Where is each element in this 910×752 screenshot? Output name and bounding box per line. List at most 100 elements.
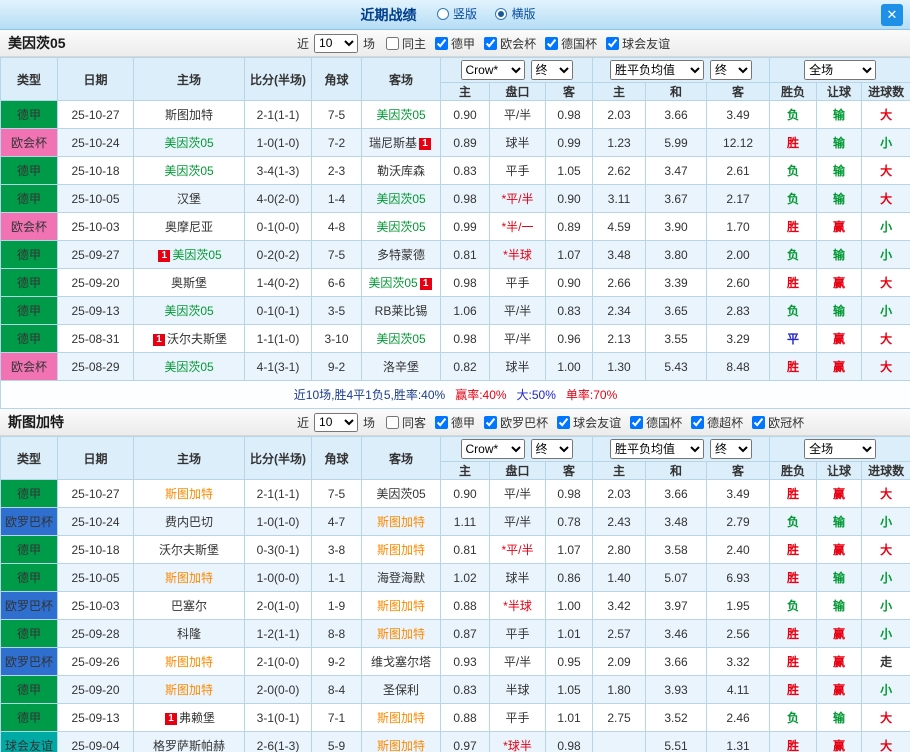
filter-checkbox-item[interactable]: 德国杯 <box>545 35 597 52</box>
asian-source-select[interactable]: Crow* <box>460 60 525 80</box>
team-link[interactable]: 奥摩尼亚 <box>165 220 213 234</box>
team-link[interactable]: 美因茨05 <box>376 220 425 234</box>
match-result-cell: 胜 <box>769 675 818 704</box>
asian-home-odds: 0.87 <box>440 619 490 648</box>
team-link[interactable]: 斯图加特 <box>377 515 425 529</box>
scope-select[interactable]: 全场 <box>804 60 877 80</box>
filter-checkbox-item[interactable]: 欧会杯 <box>484 35 536 52</box>
team-link[interactable]: 多特蒙德 <box>377 248 425 262</box>
team-link[interactable]: 弗赖堡 <box>179 711 215 725</box>
team-link[interactable]: 费内巴切 <box>165 515 213 529</box>
handicap-result-cell: 输 <box>816 563 863 592</box>
team-link[interactable]: 维戈塞尔塔 <box>371 655 431 669</box>
team-link[interactable]: 美因茨05 <box>164 360 213 374</box>
team-link[interactable]: RB莱比锡 <box>375 304 428 318</box>
filter-checkbox-0[interactable] <box>386 36 400 50</box>
close-button[interactable]: ✕ <box>881 4 903 26</box>
team-link[interactable]: 美因茨05 <box>172 248 221 262</box>
team-link[interactable]: 奥斯堡 <box>171 276 207 290</box>
team-link[interactable]: 巴塞尔 <box>171 599 207 613</box>
home-team-cell: 美因茨05 <box>133 296 245 325</box>
team-link[interactable]: 美因茨05 <box>164 304 213 318</box>
team-link[interactable]: 斯图加特 <box>377 543 425 557</box>
filter-checkbox-item[interactable]: 德甲 <box>435 414 475 431</box>
handicap-result-cell: 输 <box>816 128 863 157</box>
filter-checkbox-6[interactable] <box>752 415 766 429</box>
filter-checkbox-3[interactable] <box>545 36 559 50</box>
filter-checkbox-1[interactable] <box>435 36 449 50</box>
filter-checkbox-2[interactable] <box>484 36 498 50</box>
asian-away-odds: 0.98 <box>544 731 594 752</box>
team-link[interactable]: 洛辛堡 <box>383 360 419 374</box>
filter-checkbox-item[interactable]: 德超杯 <box>691 414 743 431</box>
team-link[interactable]: 斯图加特 <box>377 599 425 613</box>
team-link[interactable]: 沃尔夫斯堡 <box>159 543 219 557</box>
radio-horizontal-layout[interactable]: 横版 <box>495 5 535 22</box>
filter-checkbox-2[interactable] <box>484 415 498 429</box>
match-result-cell: 胜 <box>769 352 818 381</box>
away-team-cell: 维戈塞尔塔 <box>361 647 441 676</box>
europe-source-select[interactable]: 胜平负均值 <box>610 60 705 80</box>
team-link[interactable]: 斯图加特 <box>377 627 425 641</box>
filter-checkbox-5[interactable] <box>691 415 705 429</box>
filter-checkbox-item[interactable]: 德甲 <box>435 35 475 52</box>
team-link[interactable]: 海登海默 <box>377 571 425 585</box>
handicap-result-cell: 赢 <box>816 619 863 648</box>
team-link[interactable]: 斯图加特 <box>165 108 213 122</box>
team-link[interactable]: 科隆 <box>177 627 201 641</box>
filter-checkbox-1[interactable] <box>435 415 449 429</box>
radio-vertical-layout[interactable]: 竖版 <box>436 5 477 22</box>
team-link[interactable]: 美因茨05 <box>376 108 425 122</box>
team-link[interactable]: 美因茨05 <box>164 136 213 150</box>
team-link[interactable]: 斯图加特 <box>165 683 213 697</box>
scope-select[interactable]: 全场 <box>804 439 877 459</box>
asian-home-odds: 0.98 <box>440 268 490 297</box>
team-link[interactable]: 汉堡 <box>177 192 201 206</box>
filter-checkbox-0[interactable] <box>386 415 400 429</box>
team-link[interactable]: 美因茨05 <box>376 332 425 346</box>
team-link[interactable]: 美因茨05 <box>376 487 425 501</box>
column-header: 类型 <box>0 436 58 480</box>
team-link[interactable]: 美因茨05 <box>164 164 213 178</box>
asian-source-select[interactable]: Crow* <box>460 439 525 459</box>
team-link[interactable]: 格罗萨斯帕赫 <box>153 739 225 752</box>
asian-state-select[interactable]: 终 <box>530 439 573 459</box>
team-link[interactable]: 美因茨05 <box>376 192 425 206</box>
europe-source-select[interactable]: 胜平负均值 <box>610 439 705 459</box>
team-link[interactable]: 斯图加特 <box>165 571 213 585</box>
team-link[interactable]: 圣保利 <box>383 683 419 697</box>
europe-state-select[interactable]: 终 <box>710 439 753 459</box>
filter-checkbox-4[interactable] <box>606 36 620 50</box>
team-link[interactable]: 沃尔夫斯堡 <box>167 332 227 346</box>
filter-checkbox-item[interactable]: 欧冠杯 <box>752 414 804 431</box>
team-link[interactable]: 瑞尼斯基 <box>369 136 417 150</box>
scope-group: 全场 <box>769 436 910 462</box>
asian-state-select[interactable]: 终 <box>530 60 573 80</box>
filter-checkbox-item[interactable]: 球会友谊 <box>606 35 670 52</box>
asian-handicap: 球半 <box>489 128 546 157</box>
league-cell: 欧罗巴杯 <box>0 647 58 676</box>
team-link[interactable]: 美因茨05 <box>368 276 417 290</box>
europe-home-odds: 1.40 <box>592 563 647 592</box>
filter-checkbox-item[interactable]: 球会友谊 <box>557 414 621 431</box>
date-cell: 25-10-05 <box>57 184 134 213</box>
filter-checkbox-item[interactable]: 同主 <box>386 35 426 52</box>
filter-checkbox-item[interactable]: 德国杯 <box>630 414 682 431</box>
team-link[interactable]: 勒沃库森 <box>377 164 425 178</box>
europe-state-select[interactable]: 终 <box>710 60 753 80</box>
team-link[interactable]: 斯图加特 <box>165 487 213 501</box>
near-count-select[interactable]: 10 <box>314 412 359 432</box>
near-count-select[interactable]: 10 <box>314 33 359 53</box>
filter-checkbox-item[interactable]: 同客 <box>386 414 426 431</box>
team-link[interactable]: 斯图加特 <box>377 739 425 752</box>
match-row: 欧罗巴杯 25-10-24 费内巴切 1-0(1-0) 4-7 斯图加特 1.11 平/半 0.… <box>0 507 910 536</box>
filter-checkbox-4[interactable] <box>630 415 644 429</box>
team-link[interactable]: 斯图加特 <box>165 655 213 669</box>
europe-away-odds: 2.61 <box>706 156 771 185</box>
filter-checkbox-item[interactable]: 欧罗巴杯 <box>484 414 548 431</box>
filter-checkbox-3[interactable] <box>557 415 571 429</box>
team-link[interactable]: 斯图加特 <box>377 711 425 725</box>
column-header: 日期 <box>57 57 134 101</box>
europe-draw-odds: 3.47 <box>645 156 708 185</box>
league-cell: 欧会杯 <box>0 352 58 381</box>
